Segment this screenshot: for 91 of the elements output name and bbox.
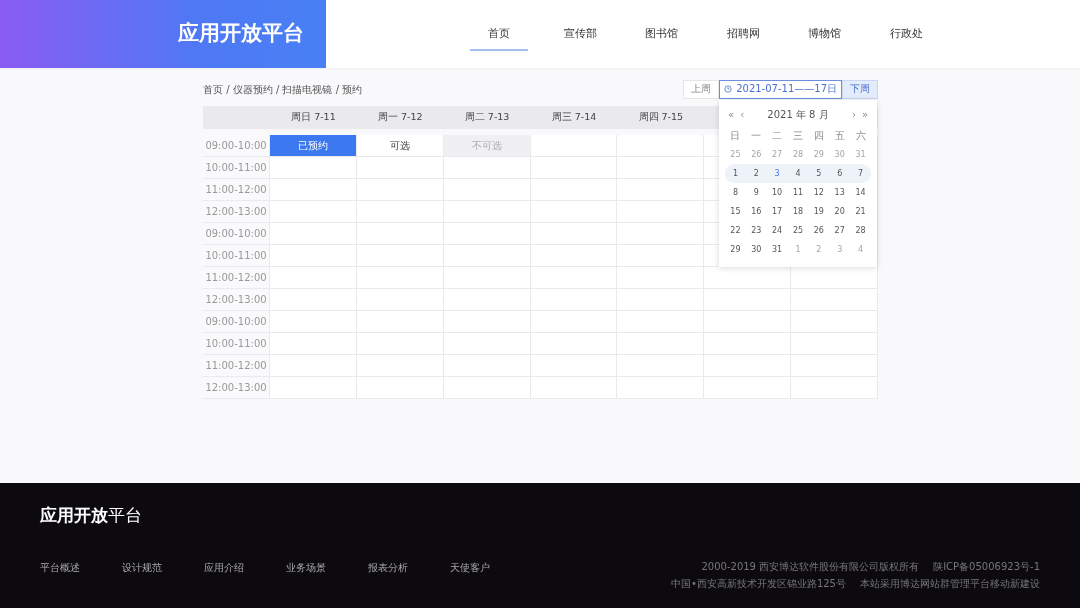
weekday-label: 一 [750,129,763,143]
calendar-week-row[interactable]: 22 23 24 25 26 27 28 [725,221,871,240]
footer-link[interactable]: 业务场景 [286,560,368,575]
time-cell: 10:00-11:00 [203,333,270,355]
calendar-day[interactable]: 30 [745,240,767,259]
clock-icon [724,85,733,93]
column-header: 周三 7-14 [530,106,618,129]
calendar-day[interactable]: 20 [829,202,851,221]
calendar-day[interactable]: 28 [850,221,871,240]
footer-link[interactable]: 报表分析 [368,560,450,575]
calendar-week-row[interactable]: 29 30 31 1 2 3 4 [725,240,871,259]
calendar-day[interactable]: 18 [787,202,809,221]
column-header: 周四 7-15 [617,106,705,129]
calendar-day[interactable]: 24 [766,221,788,240]
calendar-day[interactable]: 25 [787,221,809,240]
weekday-label: 六 [854,129,867,143]
prev-month-button[interactable]: ‹ [737,106,748,122]
copyright-text: 2000-2019 西安博达软件股份有限公司版权所有 [701,560,920,574]
calendar-day[interactable]: 22 [725,221,746,240]
nav-tab[interactable]: 图书馆 [621,0,703,68]
prev-year-button[interactable]: « [725,106,738,122]
time-cell: 12:00-13:00 [203,289,270,311]
slot-cell[interactable]: 可选 [356,135,444,157]
slot-cell: 已预约 [270,135,357,157]
time-cell: 10:00-11:00 [203,245,270,267]
next-month-button[interactable]: › [848,106,859,122]
weekday-label: 二 [771,129,784,143]
calendar-day[interactable]: 5 [808,164,830,183]
time-cell: 10:00-11:00 [203,157,270,179]
calendar-week-row[interactable]: 8 9 10 11 12 13 14 [725,183,871,202]
note-text: 本站采用博达网站群管理平台移动新建设 [860,577,1040,591]
calendar-day[interactable]: 29 [725,240,746,259]
prev-week-button[interactable]: 上周 [683,79,720,99]
calendar-day[interactable]: 3 [766,164,788,183]
logo: 应用开放平台 [178,20,304,48]
nav-tab[interactable]: 首页 [458,0,540,68]
nav-tab[interactable]: 宣传部 [539,0,621,68]
time-cell: 09:00-10:00 [203,135,270,157]
time-cell: 11:00-12:00 [203,179,270,201]
nav-tab[interactable]: 博物馆 [784,0,866,68]
time-cell: 11:00-12:00 [203,267,270,289]
nav-tab[interactable]: 行政处 [865,0,947,68]
time-cell: 11:00-12:00 [203,355,270,377]
calendar-day[interactable]: 27 [829,221,851,240]
time-cell: 12:00-13:00 [203,377,270,399]
calendar-day[interactable]: 4 [787,164,809,183]
next-week-button[interactable]: 下周 [842,79,878,99]
column-header: 周一 7-12 [356,106,444,129]
calendar-day[interactable]: 15 [725,202,746,221]
weekday-label: 四 [812,129,825,143]
column-header: 周日 7-11 [270,106,357,129]
column-header: 周二 7-13 [443,106,531,129]
calendar-day[interactable]: 2 [745,164,767,183]
calendar-day[interactable]: 13 [829,183,851,202]
calendar-day[interactable]: 14 [850,183,871,202]
calendar-day[interactable]: 6 [829,164,851,183]
calendar-day[interactable]: 10 [766,183,788,202]
footer-link[interactable]: 天使客户 [450,560,532,575]
calendar-week-row[interactable]: 15 16 17 18 19 20 21 [725,202,871,221]
calendar-day[interactable]: 23 [745,221,767,240]
calendar-day[interactable]: 7 [850,164,871,183]
calendar-day[interactable]: 8 [725,183,746,202]
time-cell: 09:00-10:00 [203,311,270,333]
calendar-title: 2021 年 8 月 [766,107,830,122]
next-year-button[interactable]: » [858,106,871,122]
calendar-day[interactable]: 12 [808,183,830,202]
week-range-field[interactable]: 2021-07-11——17日 [719,79,842,99]
calendar-day[interactable]: 19 [808,202,830,221]
nav-tab[interactable]: 招聘网 [702,0,784,68]
time-cell: 12:00-13:00 [203,201,270,223]
breadcrumb: 首页 / 仪器预约 / 扫描电视镜 / 预约 [203,82,363,97]
footer-logo: 应用开放平台 [40,504,142,527]
time-cell: 09:00-10:00 [203,223,270,245]
calendar-day[interactable]: 9 [745,183,767,202]
footer-link[interactable]: 设计规范 [122,560,204,575]
footer-link[interactable]: 平台概述 [40,560,122,575]
calendar-day[interactable]: 1 [725,164,746,183]
calendar-day[interactable]: 11 [787,183,809,202]
address-text: 中国•西安高新技术开发区锦业路125号 [671,577,846,591]
calendar-day[interactable]: 21 [850,202,871,221]
calendar-day[interactable]: 26 [808,221,830,240]
weekday-label: 五 [833,129,846,143]
weekday-label: 三 [792,129,804,143]
weekday-label: 日 [729,129,742,143]
calendar-day[interactable]: 16 [745,202,767,221]
slot-cell: 不可选 [443,135,531,157]
calendar-week-row[interactable]: 1 2 3 4 5 6 7 [725,164,871,183]
calendar-day[interactable]: 31 [766,240,788,259]
calendar-day[interactable]: 17 [766,202,788,221]
footer-link[interactable]: 应用介绍 [204,560,286,575]
icp-text: 陕ICP备05006923号-1 [933,560,1040,574]
